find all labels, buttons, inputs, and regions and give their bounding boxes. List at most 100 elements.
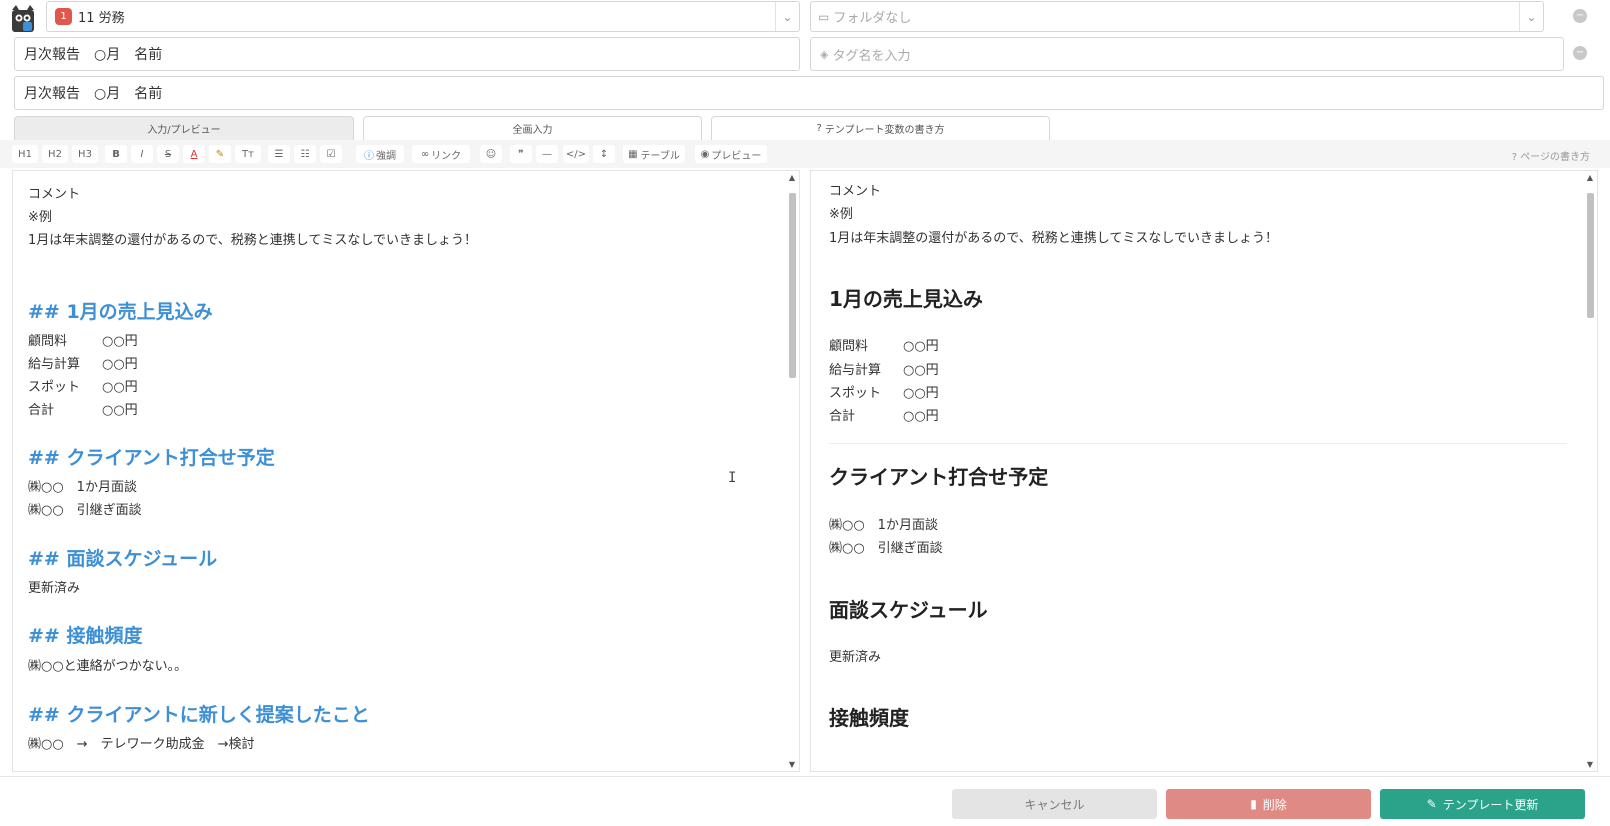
editor-heading-sales: ## 1月の売上見込み	[28, 301, 213, 323]
cancel-button[interactable]: キャンセル	[952, 789, 1157, 819]
scroll-thumb[interactable]	[1587, 193, 1594, 318]
editor-toolbar: H1 H2 H3 B I S A ✎ Tт ☰ ☷ ☑ ⓘ 強調 ∞ リンク ☺…	[0, 140, 1610, 168]
editor-sales-key: 合計	[28, 403, 55, 418]
checklist-button[interactable]: ☑	[320, 145, 342, 163]
category-badge: 1	[55, 8, 72, 25]
link-icon: ∞	[420, 148, 430, 160]
editor-scrollbar[interactable]: ▲ ▼	[786, 173, 798, 769]
text-color-button[interactable]: A	[183, 145, 205, 163]
strike-button[interactable]: S	[157, 145, 179, 163]
preview-sales-value: ○○円	[903, 339, 939, 354]
numbered-list-button[interactable]: ☷	[294, 145, 316, 163]
table-icon: ▦	[628, 148, 638, 160]
tag-icon: ◈	[820, 47, 829, 61]
italic-button[interactable]: I	[131, 145, 153, 163]
highlight-button[interactable]: ✎	[209, 145, 231, 163]
title-input[interactable]: 月次報告 ○月 名前	[14, 37, 800, 71]
preview-button[interactable]: ◉ プレビュー	[695, 145, 767, 163]
preview-heading-contact: 接触頻度	[829, 706, 909, 730]
app-logo-icon	[8, 4, 38, 34]
chevron-down-icon[interactable]: ⌄	[775, 2, 799, 31]
table-button[interactable]: ▦ テーブル	[623, 145, 685, 163]
emphasis-button[interactable]: ⓘ 強調	[356, 145, 404, 163]
page-help-link[interactable]: ? ページの書き方	[1512, 148, 1590, 163]
preview-comment: コメント	[829, 184, 882, 199]
editor-sales-key: 顧問料	[28, 334, 68, 349]
emphasis-label: 強調	[376, 150, 396, 162]
editor-intro: 1月は年末調整の還付があるので、税務と連携してミスなしでいきましょう！	[28, 233, 477, 248]
text-cursor-icon: I	[728, 470, 737, 486]
preview-sales-value: ○○円	[903, 409, 939, 424]
editor-comment: コメント	[28, 187, 81, 202]
preview-heading-sales: 1月の売上見込み	[829, 287, 983, 311]
tag-input[interactable]: ◈ タグ名を入力	[810, 37, 1564, 71]
h2-button[interactable]: H2	[42, 145, 68, 163]
preview-example: ※例	[829, 207, 853, 222]
preview-sales-key: 合計	[829, 409, 856, 424]
editor-sales-value: ○○円	[102, 403, 138, 418]
preview-heading-interview: 面談スケジュール	[829, 598, 988, 622]
preview-heading-meetings: クライアント打合せ予定	[829, 465, 1049, 489]
link-button[interactable]: ∞ リンク	[412, 145, 470, 163]
markdown-editor[interactable]: コメント ※例 1月は年末調整の還付があるので、税務と連携してミスなしでいきまし…	[12, 170, 800, 772]
preview-interview-text: 更新済み	[829, 650, 882, 665]
scroll-thumb[interactable]	[789, 193, 796, 378]
folder-select[interactable]: ▭ フォルダなし ⌄	[810, 1, 1544, 32]
tab-template-variables[interactable]: ? テンプレート変数の書き方	[711, 116, 1050, 140]
subject-input[interactable]: 月次報告 ○月 名前	[14, 76, 1604, 110]
editor-sales-key: スポット	[28, 380, 81, 395]
pencil-icon: ✎	[1426, 797, 1437, 811]
tab-full-input[interactable]: 全画入力	[363, 116, 702, 140]
editor-heading-contact: ## 接触頻度	[28, 625, 143, 647]
preview-sales-key: 給与計算	[829, 363, 882, 378]
category-label: 11 労務	[78, 11, 125, 26]
delete-button[interactable]: ▮ 削除	[1166, 789, 1371, 819]
scroll-down-icon[interactable]: ▼	[1584, 760, 1596, 769]
editor-heading-interview: ## 面談スケジュール	[28, 548, 218, 570]
eye-icon: ◉	[700, 148, 710, 160]
update-template-button[interactable]: ✎ テンプレート更新	[1380, 789, 1585, 819]
info-icon: ⓘ	[364, 150, 374, 162]
emoji-button[interactable]: ☺	[480, 145, 502, 163]
h3-button[interactable]: H3	[72, 145, 98, 163]
preview-intro: 1月は年末調整の還付があるので、税務と連携してミスなしでいきましょう！	[829, 231, 1278, 246]
delete-label: 削除	[1262, 797, 1287, 812]
link-label: リンク	[431, 150, 462, 162]
editor-example: ※例	[28, 210, 52, 225]
bullet-list-button[interactable]: ☰	[268, 145, 290, 163]
code-button[interactable]: </>	[563, 145, 589, 163]
preview-divider	[829, 443, 1567, 444]
editor-sales-value: ○○円	[102, 334, 138, 349]
preview-sales-value: ○○円	[903, 363, 939, 378]
font-size-button[interactable]: Tт	[235, 145, 261, 163]
footer-bar: キャンセル ▮ 削除 ✎ テンプレート更新	[0, 776, 1610, 826]
editor-meeting-item: ㈱○○ 引継ぎ面談	[28, 503, 142, 518]
editor-contact-text: ㈱○○と連絡がつかない。。	[28, 659, 188, 674]
tab-input-preview[interactable]: 入力/プレビュー	[14, 116, 354, 140]
scroll-up-icon[interactable]: ▲	[1584, 173, 1596, 182]
preview-scrollbar[interactable]: ▲ ▼	[1584, 173, 1596, 769]
preview-sales-key: スポット	[829, 386, 882, 401]
preview-meeting-item: ㈱○○ 引継ぎ面談	[829, 541, 943, 556]
folder-icon: ▭	[818, 9, 830, 24]
preview-label: プレビュー	[711, 150, 762, 162]
h1-button[interactable]: H1	[12, 145, 38, 163]
preview-meeting-item: ㈱○○ 1か月面談	[829, 518, 938, 533]
bold-button[interactable]: B	[105, 145, 127, 163]
markdown-preview: コメント ※例 1月は年末調整の還付があるので、税務と連携してミスなしでいきまし…	[810, 170, 1598, 772]
remove-folder-icon[interactable]: −	[1573, 9, 1587, 23]
preview-sales-key: 顧問料	[829, 339, 869, 354]
hr-button[interactable]: —	[536, 145, 558, 163]
remove-tag-icon[interactable]: −	[1573, 46, 1587, 60]
preview-sales-value: ○○円	[903, 386, 939, 401]
expand-button[interactable]: ↕	[593, 145, 615, 163]
scroll-down-icon[interactable]: ▼	[786, 760, 798, 769]
editor-heading-meetings: ## クライアント打合せ予定	[28, 447, 275, 469]
editor-meeting-item: ㈱○○ 1か月面談	[28, 480, 137, 495]
chevron-down-icon[interactable]: ⌄	[1519, 2, 1543, 31]
trash-icon: ▮	[1250, 797, 1257, 811]
scroll-up-icon[interactable]: ▲	[786, 173, 798, 182]
category-select[interactable]: 1 11 労務 ⌄	[46, 1, 800, 32]
quote-button[interactable]: ❞	[510, 145, 532, 163]
editor-sales-value: ○○円	[102, 380, 138, 395]
